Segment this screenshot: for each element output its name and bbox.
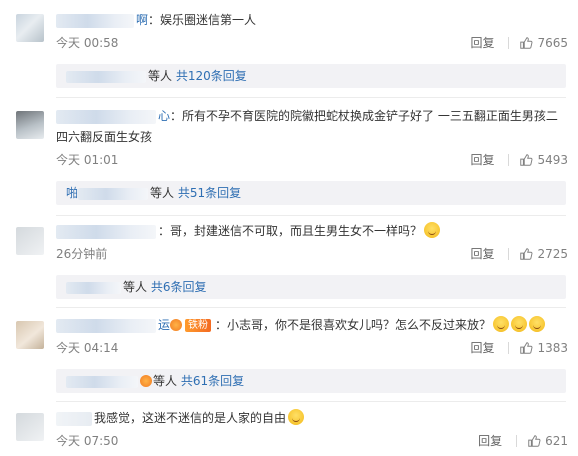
subreply-user-blurred[interactable] — [66, 375, 138, 388]
username-tail[interactable]: 心 — [158, 109, 170, 123]
subreply-tail: 等人 — [123, 280, 148, 294]
subreply-summary[interactable]: 等人 共120条回复 — [56, 64, 566, 88]
reply-button[interactable]: 回复 — [470, 340, 494, 356]
comment-text-line: 啊：娱乐圈迷信第一人 — [56, 10, 566, 30]
avatar[interactable] — [16, 227, 44, 255]
comment-actions: 回复 7665 — [470, 35, 568, 51]
subreply-user-blurred[interactable] — [66, 70, 146, 83]
username-blurred[interactable] — [56, 13, 134, 28]
comment-actions: 回复 621 — [478, 433, 568, 449]
divider — [516, 435, 518, 447]
reply-button[interactable]: 回复 — [470, 152, 494, 168]
fan-badge-icon — [170, 319, 183, 331]
subreply-tail: 等人 — [148, 69, 173, 83]
thumbs-up-icon[interactable] — [519, 341, 533, 355]
comment-actions: 回复 1383 — [470, 340, 568, 356]
username-blurred[interactable] — [56, 109, 156, 124]
like-count: 5493 — [537, 153, 568, 167]
comment-text: ：娱乐圈迷信第一人 — [148, 13, 257, 27]
comment-text: ：哥，封建迷信不可取，而且生男生女不一样吗？ — [158, 224, 423, 238]
thumbs-up-icon[interactable] — [519, 36, 533, 50]
subreply-user-blurred[interactable] — [78, 187, 149, 200]
like-count: 621 — [545, 434, 568, 448]
username-tail[interactable]: 运 — [158, 318, 170, 332]
avatar[interactable] — [16, 413, 44, 441]
comment-time: 26分钟前 — [56, 247, 108, 261]
username-tail[interactable]: 啊 — [136, 13, 148, 27]
like-count: 2725 — [537, 247, 568, 261]
laugh-emoji-icon — [529, 316, 546, 332]
comment-actions: 回复 2725 — [470, 246, 568, 262]
subreply-summary[interactable]: 等人 共6条回复 — [56, 275, 566, 299]
thumbs-up-icon[interactable] — [527, 434, 541, 448]
divider — [508, 37, 510, 49]
reply-button[interactable]: 回复 — [470, 246, 494, 262]
divider — [56, 307, 566, 308]
divider — [56, 97, 566, 98]
like-count: 1383 — [537, 341, 568, 355]
comment-time: 今天 07:50 — [56, 434, 119, 448]
fan-badge-icon — [140, 375, 152, 387]
comment-text-line: ：哥，封建迷信不可取，而且生男生女不一样吗？ — [56, 221, 566, 241]
subreply-count-link[interactable]: 共120条回复 — [176, 69, 247, 83]
subreply-tail: 等人 — [150, 186, 175, 200]
comment-text: ：小志哥，你不是很喜欢女儿吗？怎么不反过来放？ — [215, 318, 492, 332]
subreply-count-link[interactable]: 共61条回复 — [181, 374, 244, 388]
comment-actions: 回复 5493 — [470, 152, 568, 168]
comment-time: 今天 04:14 — [56, 341, 119, 355]
laugh-emoji-icon — [511, 316, 528, 332]
subreply-count-link[interactable]: 共51条回复 — [178, 186, 241, 200]
like-count: 7665 — [537, 36, 568, 50]
subreply-tail: 等人 — [153, 374, 178, 388]
comment-text-line: 运 铁粉 ：小志哥，你不是很喜欢女儿吗？怎么不反过来放？ — [56, 315, 566, 335]
divider — [56, 401, 566, 402]
divider — [56, 215, 566, 216]
comment-text: 我感觉，这迷不迷信的是人家的自由 — [94, 411, 287, 425]
subreply-lead[interactable]: 啪 — [66, 186, 78, 200]
fan-badge: 铁粉 — [185, 319, 212, 332]
divider — [508, 154, 510, 166]
comment-time: 今天 01:01 — [56, 153, 119, 167]
reply-button[interactable]: 回复 — [478, 433, 502, 449]
avatar[interactable] — [16, 321, 44, 349]
comment-text-line: 心：所有不孕不育医院的院徽把蛇杖换成金铲子好了 一三五翻正面生男孩二四六翻反面生… — [56, 106, 568, 148]
username-blurred[interactable] — [56, 224, 156, 239]
smile-emoji-icon — [424, 222, 441, 238]
thumbs-up-icon[interactable] — [519, 247, 533, 261]
avatar[interactable] — [16, 111, 44, 139]
divider — [508, 342, 510, 354]
username-blurred[interactable] — [56, 318, 156, 333]
username-blurred[interactable] — [56, 411, 92, 426]
smile-emoji-icon — [288, 409, 305, 425]
subreply-summary[interactable]: 等人 共61条回复 — [56, 369, 566, 393]
comment-time: 今天 00:58 — [56, 36, 119, 50]
divider — [508, 248, 510, 260]
reply-button[interactable]: 回复 — [470, 35, 494, 51]
subreply-user-blurred[interactable] — [66, 281, 121, 294]
avatar[interactable] — [16, 14, 44, 42]
subreply-summary[interactable]: 啪 等人 共51条回复 — [56, 181, 566, 205]
subreply-count-link[interactable]: 共6条回复 — [151, 280, 207, 294]
comment-text-line: 我感觉，这迷不迷信的是人家的自由 — [56, 408, 566, 428]
thumbs-up-icon[interactable] — [519, 153, 533, 167]
laugh-emoji-icon — [493, 316, 510, 332]
